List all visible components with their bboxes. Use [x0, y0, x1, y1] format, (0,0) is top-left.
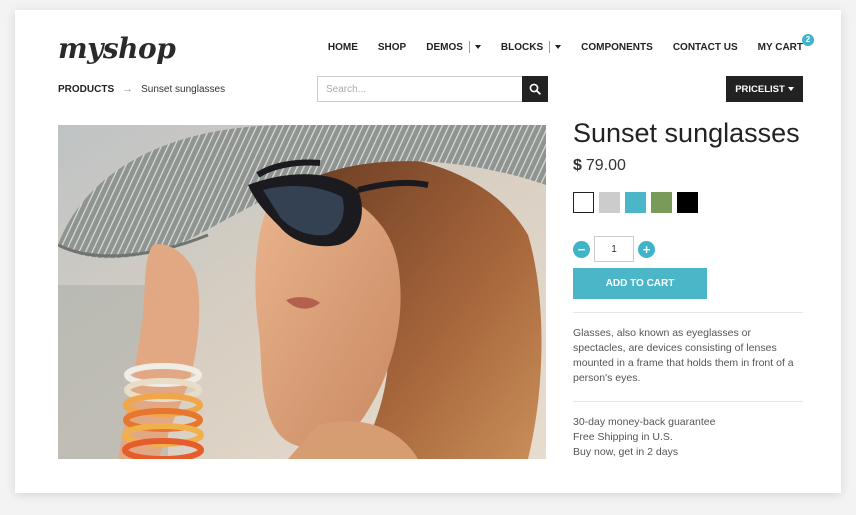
nav-blocks[interactable]: BLOCKS [500, 41, 562, 53]
product-photo [58, 125, 546, 459]
pricelist-label: PRICELIST [735, 83, 785, 95]
nav-shop-label: SHOP [377, 41, 407, 53]
perk-item: 30-day money-back guarantee [573, 416, 716, 428]
color-swatches [573, 192, 703, 213]
divider [573, 312, 803, 313]
caret-down-icon[interactable] [474, 45, 481, 49]
arrow-right-icon: → [122, 83, 134, 95]
price-currency: $ [573, 157, 582, 174]
nav-demos[interactable]: DEMOS [426, 41, 481, 53]
perk-item: Free Shipping in U.S. [573, 431, 673, 443]
nav-contact[interactable]: CONTACT US [673, 42, 738, 53]
product-perks: 30-day money-back guarantee Free Shippin… [573, 415, 715, 460]
search-icon [529, 83, 541, 95]
brand-logo[interactable]: myshop [58, 32, 176, 65]
breadcrumb-current: Sunset sunglasses [141, 83, 226, 95]
quantity-input[interactable] [594, 236, 634, 262]
product-price: $79.00 [573, 157, 626, 175]
color-swatch-green[interactable] [651, 192, 672, 213]
plus-icon[interactable]: + [638, 240, 655, 258]
breadcrumb-products-link[interactable]: PRODUCTS [58, 84, 114, 95]
cart-count-badge: 2 [802, 33, 814, 46]
nav-separator [549, 41, 551, 53]
minus-icon[interactable]: − [573, 240, 590, 258]
breadcrumb: PRODUCTS → Sunset sunglasses [58, 83, 225, 95]
search-button[interactable] [522, 76, 548, 102]
nav-home-label: HOME [327, 41, 358, 53]
app-window: myshop HOME SHOP DEMOS BLOCKS COMPONENTS… [15, 10, 841, 493]
search-bar [317, 76, 548, 102]
caret-down-icon [787, 87, 794, 91]
quantity-stepper: − + [573, 236, 655, 262]
nav-demos-label: DEMOS [426, 41, 463, 53]
nav-contact-label: CONTACT US [672, 41, 738, 53]
nav-components[interactable]: COMPONENTS [581, 42, 653, 53]
nav-separator [468, 41, 470, 53]
nav-my-cart[interactable]: MY CART 2 [757, 33, 814, 53]
product-description: Glasses, also known as eyeglasses or spe… [573, 327, 794, 384]
nav-blocks-label: BLOCKS [500, 41, 544, 53]
nav-components-label: COMPONENTS [581, 41, 653, 53]
price-amount: 79.00 [585, 157, 626, 174]
color-swatch-gray[interactable] [599, 192, 620, 213]
divider [573, 401, 803, 402]
color-swatch-teal[interactable] [625, 192, 646, 213]
pricelist-dropdown[interactable]: PRICELIST [726, 76, 803, 102]
add-to-cart-button[interactable]: ADD TO CART [573, 268, 707, 299]
search-input[interactable] [318, 77, 522, 101]
color-swatch-black[interactable] [677, 192, 698, 213]
perk-item: Buy now, get in 2 days [573, 446, 679, 458]
nav-cart-label: MY CART [757, 41, 803, 53]
caret-down-icon[interactable] [555, 45, 562, 49]
product-title: Sunset sunglasses [573, 118, 800, 148]
nav-home[interactable]: HOME [328, 42, 358, 53]
nav-shop[interactable]: SHOP [378, 42, 406, 53]
color-swatch-white[interactable] [573, 192, 594, 213]
product-image [58, 125, 546, 459]
main-nav: HOME SHOP DEMOS BLOCKS COMPONENTS CONTAC… [308, 33, 814, 53]
